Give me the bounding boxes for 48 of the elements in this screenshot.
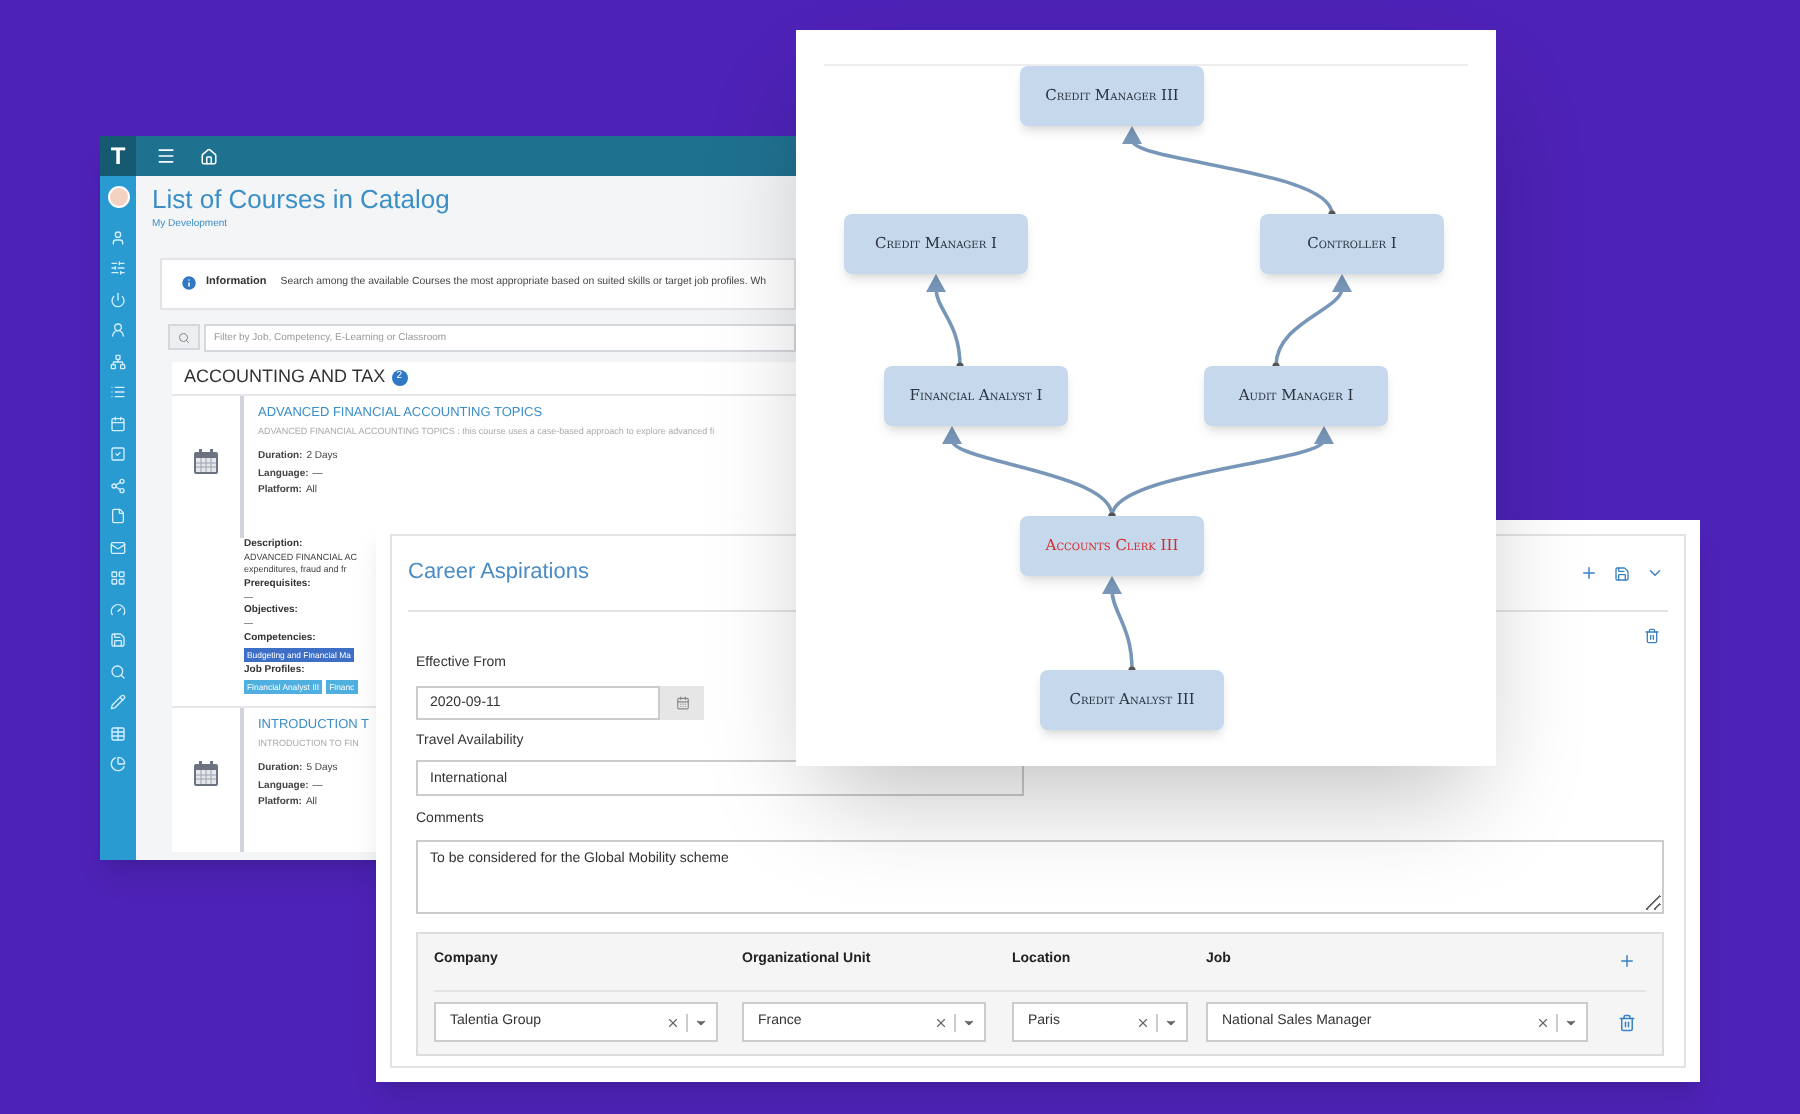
pie-chart-icon[interactable] <box>110 756 126 772</box>
avatar[interactable] <box>107 186 129 208</box>
trash-icon[interactable] <box>1618 1013 1636 1031</box>
search-icon <box>178 331 190 343</box>
caret-icon[interactable] <box>694 1015 708 1029</box>
search-icon[interactable] <box>110 663 126 679</box>
add-icon[interactable] <box>1618 952 1636 970</box>
power-icon[interactable] <box>110 291 126 307</box>
clear-icon[interactable] <box>1536 1015 1550 1029</box>
search-button[interactable] <box>168 324 200 350</box>
calendar-icon[interactable] <box>110 415 126 431</box>
connector-arrow <box>1272 274 1352 370</box>
share-icon[interactable] <box>110 477 126 493</box>
caret-icon[interactable] <box>1164 1015 1178 1029</box>
hierarchy-icon[interactable] <box>110 353 126 369</box>
caret-icon[interactable] <box>1564 1015 1578 1029</box>
list-icon[interactable] <box>110 384 126 400</box>
save-icon[interactable] <box>1614 565 1630 581</box>
connector-arrow <box>1102 576 1136 674</box>
page-title: List of Courses in Catalog <box>152 186 452 212</box>
clear-icon[interactable] <box>666 1015 680 1029</box>
mail-icon[interactable] <box>110 539 126 555</box>
home-icon[interactable] <box>200 147 218 165</box>
clear-icon[interactable] <box>1136 1015 1150 1029</box>
checkbox-icon[interactable] <box>110 446 126 462</box>
add-icon[interactable] <box>1580 564 1598 582</box>
sliders-icon[interactable] <box>110 260 126 276</box>
app-logo[interactable]: T <box>100 136 136 176</box>
trash-icon[interactable] <box>1644 628 1660 644</box>
date-picker-button[interactable] <box>660 685 704 719</box>
caret-icon[interactable] <box>962 1015 976 1029</box>
user-icon[interactable] <box>110 229 126 245</box>
document-icon[interactable] <box>110 508 126 524</box>
collapse-icon[interactable] <box>1646 564 1664 582</box>
gauge-icon[interactable] <box>110 601 126 617</box>
person-icon[interactable] <box>110 322 126 338</box>
panel-title: Career Aspirations <box>408 558 591 589</box>
calendar-icon <box>675 695 689 709</box>
info-icon <box>180 274 198 292</box>
pencil-icon[interactable] <box>110 694 126 710</box>
calendar-icon <box>192 759 220 787</box>
grid-icon[interactable] <box>110 570 126 586</box>
table-icon[interactable] <box>110 725 126 741</box>
calendar-icon <box>192 447 220 475</box>
clear-icon[interactable] <box>934 1015 948 1029</box>
section-title: ACCOUNTING AND TAX <box>184 363 386 390</box>
connector-arrow <box>926 274 964 370</box>
menu-icon[interactable] <box>156 146 176 166</box>
